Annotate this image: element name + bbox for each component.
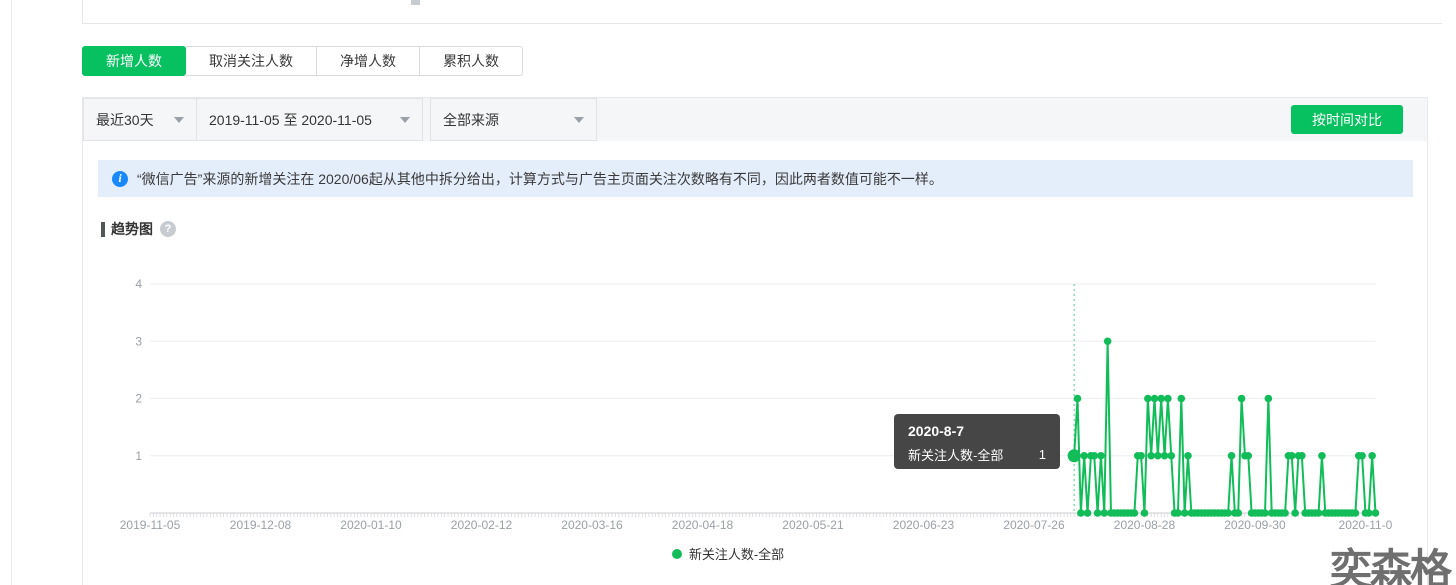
analytics-page: 新增人数 取消关注人数 净增人数 累积人数 最近30天 2019-11-05 至… bbox=[0, 0, 1456, 585]
watermark-text: 奕森格 bbox=[1330, 536, 1450, 585]
svg-text:2020-05-21: 2020-05-21 bbox=[782, 518, 844, 532]
svg-text:2020-01-10: 2020-01-10 bbox=[340, 518, 402, 532]
svg-text:2019-12-08: 2019-12-08 bbox=[230, 518, 292, 532]
svg-text:2020-11-0: 2020-11-0 bbox=[1339, 518, 1393, 532]
trend-chart[interactable]: 1 2 3 4 2019-11-05 2019-12-08 2020-01-10 2020-0… bbox=[0, 0, 1456, 585]
svg-text:2019-11-05: 2019-11-05 bbox=[120, 518, 181, 532]
svg-text:2020-07-26: 2020-07-26 bbox=[1003, 518, 1065, 532]
tooltip-date: 2020-8-7 bbox=[908, 423, 1046, 439]
svg-text:2020-04-18: 2020-04-18 bbox=[672, 518, 734, 532]
legend-series-dot bbox=[672, 549, 682, 559]
tooltip-value: 1 bbox=[1039, 447, 1046, 462]
chart-legend[interactable]: 新关注人数-全部 bbox=[0, 544, 1456, 563]
svg-text:3: 3 bbox=[135, 334, 142, 348]
svg-text:2020-03-16: 2020-03-16 bbox=[561, 518, 623, 532]
svg-text:2020-09-30: 2020-09-30 bbox=[1224, 518, 1286, 532]
tooltip-series-name: 新关注人数-全部 bbox=[908, 445, 1003, 464]
chart-tooltip: 2020-8-7 新关注人数-全部 1 bbox=[894, 414, 1060, 469]
legend-series-label: 新关注人数-全部 bbox=[689, 544, 784, 563]
svg-text:1: 1 bbox=[135, 449, 142, 463]
svg-text:2020-08-28: 2020-08-28 bbox=[1114, 518, 1176, 532]
svg-text:4: 4 bbox=[135, 277, 142, 291]
svg-text:2: 2 bbox=[135, 392, 142, 406]
svg-text:2020-06-23: 2020-06-23 bbox=[893, 518, 955, 532]
svg-text:2020-02-12: 2020-02-12 bbox=[451, 518, 513, 532]
